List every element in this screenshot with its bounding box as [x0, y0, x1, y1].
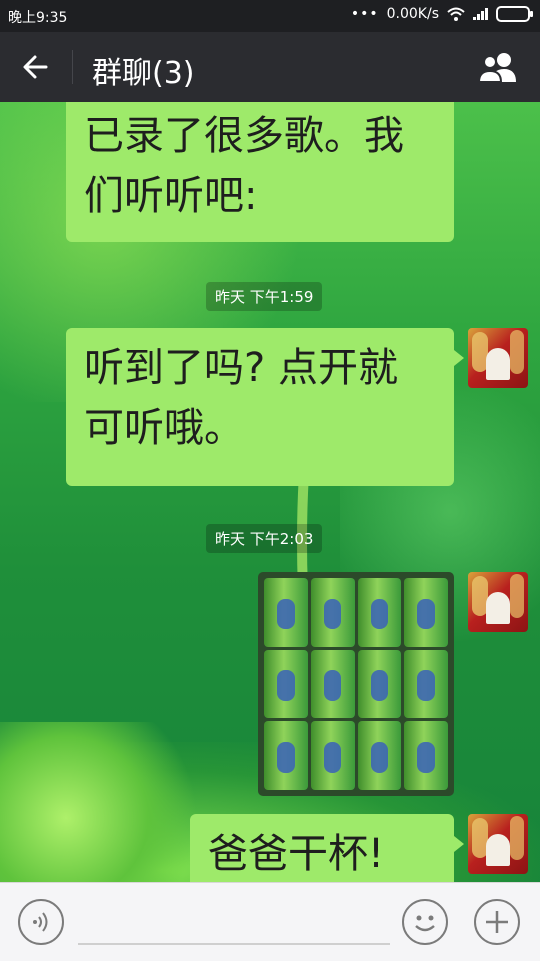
message-bubble[interactable]: 已录了很多歌。我 们听听吧:	[66, 102, 454, 242]
plus-icon	[486, 911, 508, 933]
wifi-icon	[447, 7, 465, 21]
group-members-icon[interactable]	[476, 50, 520, 84]
message-text: 已录了很多歌。我	[84, 113, 404, 159]
message-text: 爸爸干杯!	[208, 831, 385, 877]
message-text: 们听听吧:	[84, 173, 258, 219]
net-speed: 0.00K/s	[386, 6, 439, 22]
photo-content	[258, 572, 454, 796]
voice-icon	[33, 912, 48, 932]
page-title: 群聊(3)	[92, 56, 195, 91]
message-text: 可听哦。	[84, 405, 244, 451]
battery-icon	[496, 6, 533, 22]
signal-icon	[473, 8, 488, 20]
emoji-icon	[415, 915, 435, 932]
chat-header: 群聊(3)	[0, 32, 540, 102]
message-input[interactable]	[78, 943, 390, 945]
nav-divider	[72, 50, 73, 84]
message-bubble[interactable]: 爸爸干杯!	[190, 814, 464, 882]
avatar[interactable]	[468, 814, 528, 874]
message-timestamp: 昨天 下午2:03	[206, 524, 323, 553]
image-message[interactable]	[258, 572, 454, 796]
back-arrow-icon[interactable]	[20, 52, 52, 82]
message-bubble[interactable]: 听到了吗? 点开就 可听哦。	[66, 328, 464, 486]
more-functions-button[interactable]	[474, 899, 520, 945]
background-grass	[0, 722, 220, 882]
message-timestamp: 昨天 下午1:59	[206, 282, 323, 311]
input-bar	[0, 882, 540, 961]
status-indicators: ••• 0.00K/s	[350, 6, 533, 22]
status-bar: 晚上9:35 ••• 0.00K/s	[0, 0, 540, 32]
message-text: 听到了吗? 点开就	[84, 345, 398, 391]
avatar[interactable]	[468, 328, 528, 388]
avatar[interactable]	[468, 572, 528, 632]
status-time: 晚上9:35	[8, 10, 68, 26]
emoji-button[interactable]	[402, 899, 448, 945]
voice-input-button[interactable]	[18, 899, 64, 945]
more-dots-icon: •••	[350, 6, 379, 22]
